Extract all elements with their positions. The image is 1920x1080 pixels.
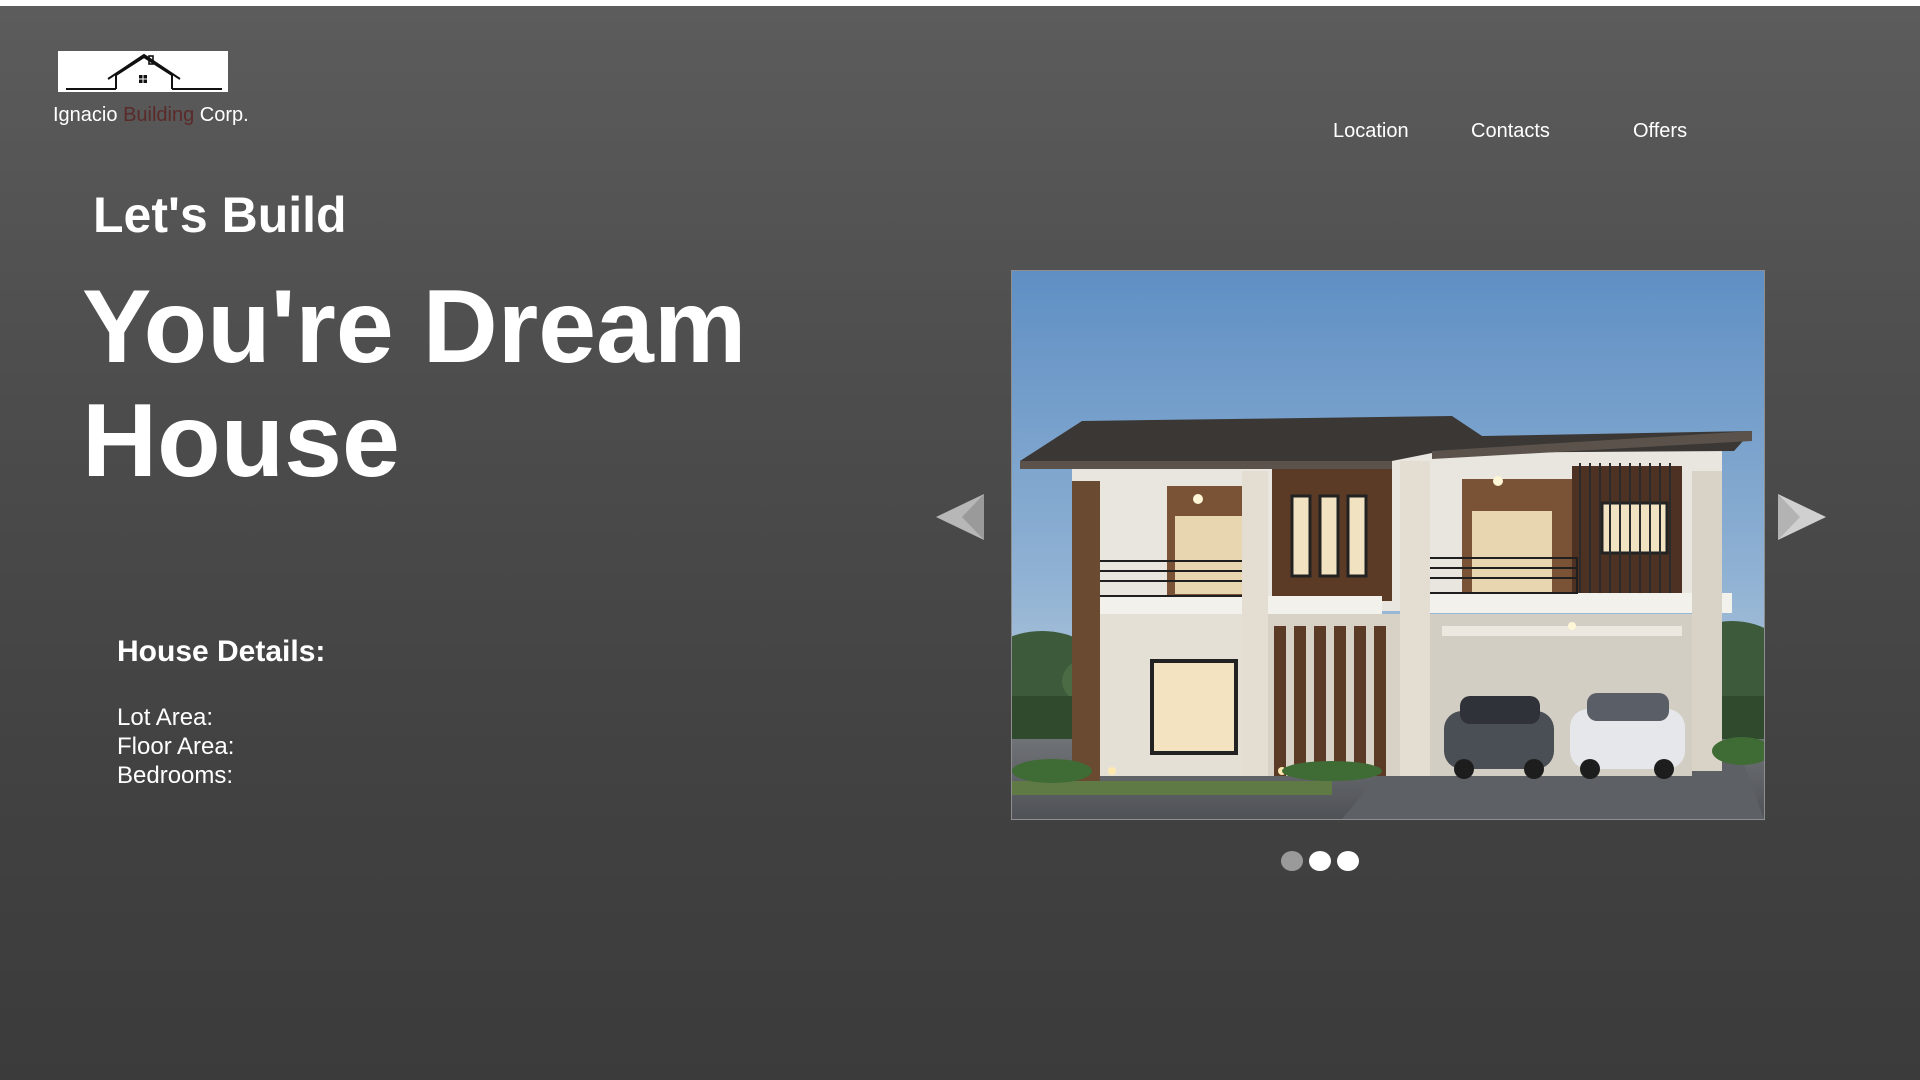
floor-area-label: Floor Area: (117, 733, 235, 760)
modern-house-photo (1012, 271, 1764, 819)
brand-name-part2: Corp. (194, 104, 249, 126)
house-details-list: Lot Area: Floor Area: Bedrooms: (117, 703, 234, 790)
slider-dot-1[interactable] (1281, 851, 1303, 871)
hero-kicker: Let's Build (93, 187, 347, 243)
house-outline-icon (66, 53, 222, 90)
brand-name-part1: Ignacio (53, 104, 124, 126)
nav-contacts[interactable]: Contacts (1471, 120, 1550, 143)
slider-dot-3[interactable] (1337, 851, 1359, 871)
house-image-slide (1011, 270, 1765, 820)
nav-location[interactable]: Location (1333, 120, 1409, 143)
hero-title-line1: You're Dream (82, 269, 747, 385)
slider-pagination (1281, 851, 1361, 873)
bedrooms-label: Bedrooms: (117, 762, 234, 789)
house-details-title: House Details: (117, 635, 326, 668)
nav-offers[interactable]: Offers (1633, 120, 1687, 143)
triangle-right-icon (1778, 494, 1826, 540)
brand-name-accent: Building (123, 104, 195, 126)
triangle-left-icon (936, 494, 984, 540)
brand-name: Ignacio Building Corp. (53, 104, 249, 127)
hero-title: You're Dream House (82, 270, 842, 498)
slider-prev-button[interactable] (934, 492, 986, 547)
logo[interactable] (58, 51, 228, 92)
page-background: Ignacio Building Corp. Location Contacts… (0, 6, 1920, 1080)
lot-area-label: Lot Area: (117, 704, 214, 731)
slider-next-button[interactable] (1776, 492, 1828, 547)
hero-title-line2: House (82, 383, 400, 499)
slider-dot-2[interactable] (1309, 851, 1331, 871)
